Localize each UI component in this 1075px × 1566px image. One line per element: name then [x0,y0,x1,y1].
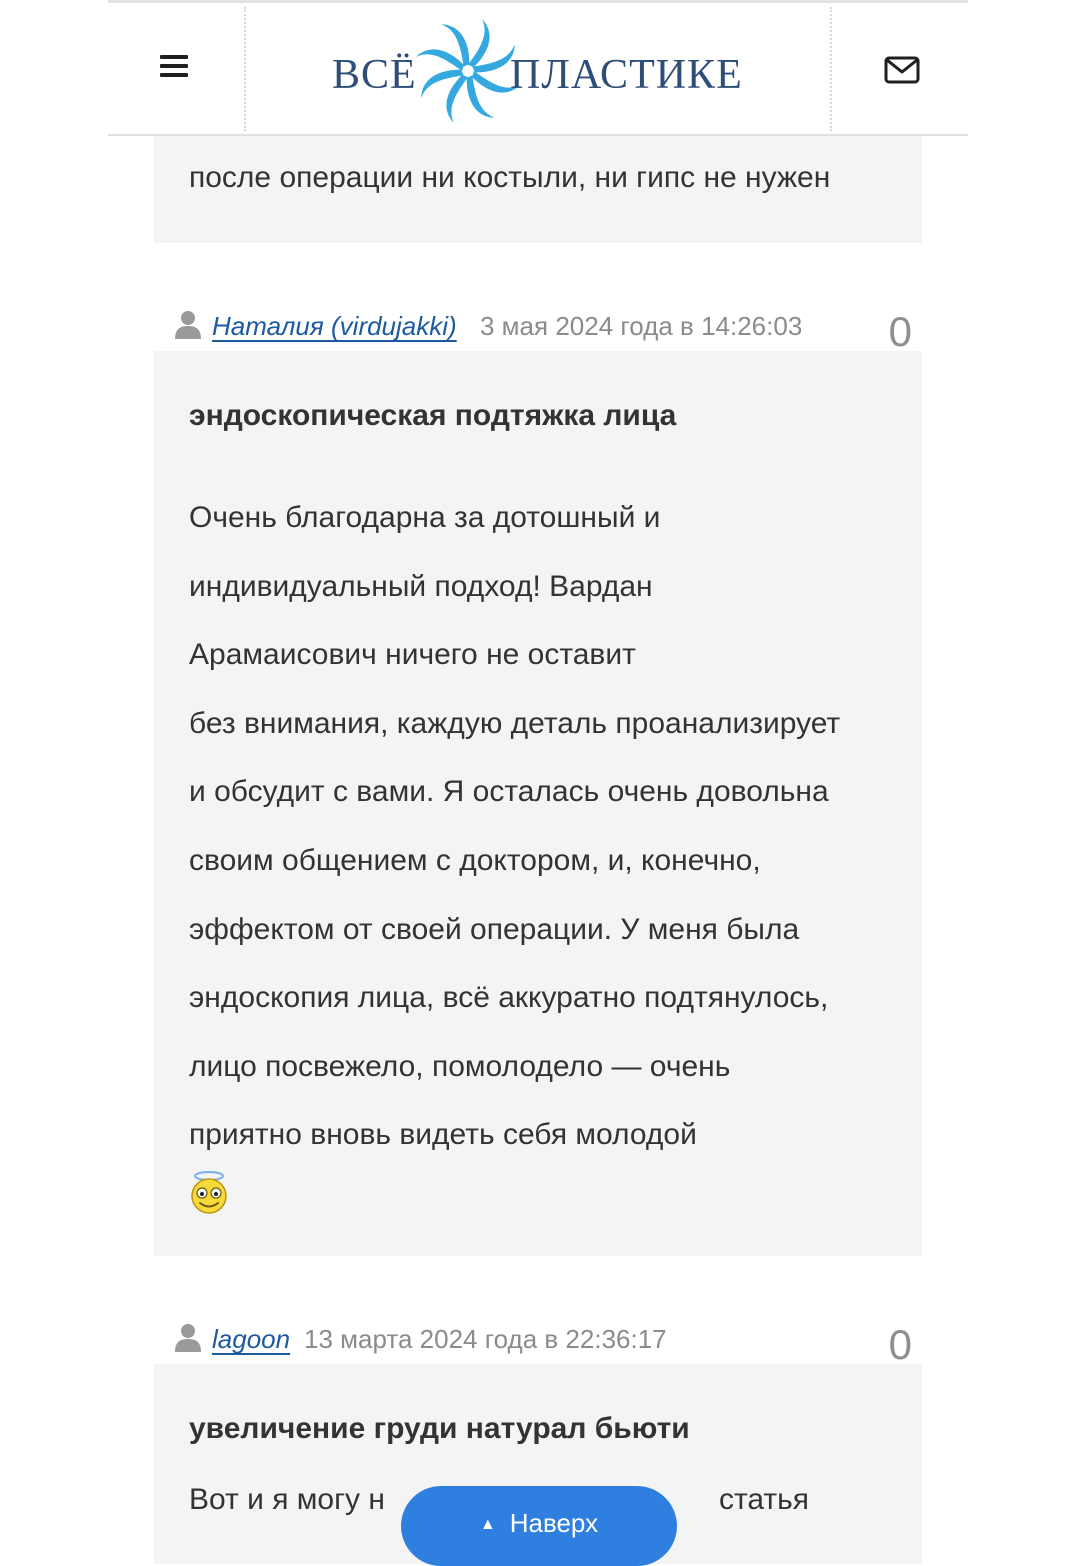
comment-line: и обсудит с вами. Я осталась очень довол… [189,775,829,809]
comment-line: своим общением с доктором, и, конечно, [189,843,761,877]
header-divider-right [830,7,832,131]
comment-line: эффектом от своей операции. У меня была [189,912,800,946]
comment-line: эндоскопия лица, всё аккуратно подтянуло… [189,981,829,1015]
comment-line: Очень благодарна за дотошный и [189,501,661,534]
header-divider-left [244,7,246,131]
site-header: ВСЁ ПЛАСТИКЕ [108,0,968,136]
comment-line: индивидуальный подход! Вардан [189,569,653,603]
comment-date: 3 мая 2024 года в 14:26:03 [480,311,803,341]
comment-date: 13 марта 2024 года в 22:36:17 [304,1324,667,1354]
comment-line: без внимания, каждую деталь проанализиру… [189,706,841,740]
comment-line: приятно вновь видеть себя молодой [189,1118,697,1152]
comment-meta: Наталия (virdujakki) 3 мая 2024 года в 1… [174,306,922,355]
comment-line: Арамаисович ничего не оставит [189,638,636,672]
comment-meta: lagoon 13 марта 2024 года в 22:36:17 0 [174,1319,922,1368]
scroll-to-top-button[interactable]: ▲ Наверх [401,1486,677,1566]
comment-text: после операции ни костыли, ни гипс не ну… [189,161,831,194]
comment-card: эндоскопическая подтяжка лица Очень благ… [154,351,922,1256]
comment-body: Очень благодарна за дотошный и индивидуа… [189,484,892,1170]
logo-swirl-icon [416,19,520,123]
angel-smiley-icon [191,1170,227,1214]
comment-title: увеличение груди натурал бьюти [189,1412,690,1445]
site-logo[interactable]: ВСЁ ПЛАСТИКЕ [328,15,748,125]
comment-author-link[interactable]: Наталия (virdujakki) [212,306,457,346]
hamburger-menu-icon[interactable] [160,55,190,81]
comment-line-right: статья [719,1483,810,1516]
comment-title: эндоскопическая подтяжка лица [189,399,677,432]
arrow-up-icon: ▲ [479,1516,496,1533]
comment-card-previous: после операции ни костыли, ни гипс не ну… [154,136,922,243]
scroll-to-top-label: Наверх [509,1508,599,1538]
logo-word-right: ПЛАСТИКЕ [510,52,743,98]
user-icon [175,1324,201,1352]
user-icon [175,311,201,339]
comment-line-left: Вот и я могу н [189,1483,385,1516]
comment-line: лицо посвежело, помолодело — очень [189,1049,731,1083]
envelope-icon[interactable] [884,55,920,85]
comment-vote-count[interactable]: 0 [889,308,912,356]
comment-author-link[interactable]: lagoon [212,1319,290,1359]
logo-word-left: ВСЁ [332,52,417,98]
comment-vote-count[interactable]: 0 [889,1321,912,1369]
